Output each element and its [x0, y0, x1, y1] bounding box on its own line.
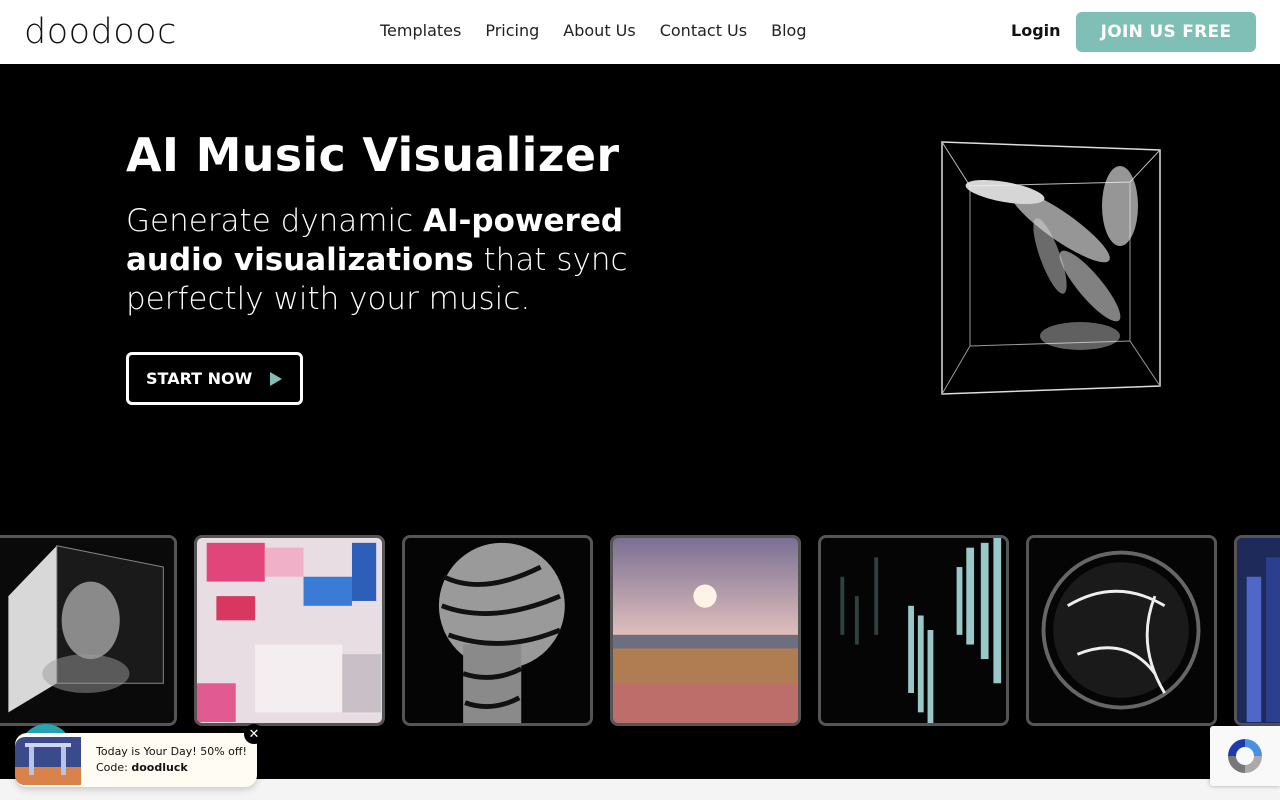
login-link[interactable]: Login: [1011, 20, 1061, 42]
carousel-item-energy-sphere[interactable]: [1026, 535, 1217, 726]
hero-subtitle-part1: Generate dynamic: [126, 203, 424, 239]
play-icon: [270, 371, 283, 386]
hero-section: AI Music Visualizer Generate dynamic AI-…: [0, 64, 1280, 779]
promo-image: [15, 737, 81, 785]
audio-bars-thumbnail: [821, 538, 1006, 723]
promo-toast: Today is Your Day! 50% off! Code: doodlu…: [15, 724, 264, 787]
promo-text: Today is Your Day! 50% off! Code: doodlu…: [96, 744, 247, 776]
site-header: doodooc Templates Pricing About Us Conta…: [0, 0, 1280, 64]
promo-code[interactable]: doodluck: [131, 761, 187, 774]
sunset-field-thumbnail: [613, 538, 798, 723]
recaptcha-badge[interactable]: [1210, 726, 1280, 786]
close-icon[interactable]: ✕: [244, 724, 264, 744]
energy-sphere-thumbnail: [1029, 538, 1214, 723]
nav-contact-us[interactable]: Contact Us: [660, 20, 747, 42]
start-now-button[interactable]: START NOW: [126, 352, 303, 405]
hero-title: AI Music Visualizer: [126, 128, 620, 182]
join-button[interactable]: JOIN US FREE: [1076, 12, 1256, 52]
pink-voxel-thumbnail: [197, 538, 382, 723]
blue-abstract-thumbnail: [1237, 538, 1280, 723]
carousel-item-audio-bars[interactable]: [818, 535, 1009, 726]
start-now-label: START NOW: [146, 369, 253, 388]
nav-about-us[interactable]: About Us: [563, 20, 635, 42]
promo-line1: Today is Your Day! 50% off!: [96, 745, 247, 758]
nav-blog[interactable]: Blog: [771, 20, 806, 42]
cube-face-thumbnail: [0, 538, 174, 723]
logo[interactable]: doodooc: [24, 12, 184, 52]
nav-pricing[interactable]: Pricing: [485, 20, 539, 42]
striped-head-thumbnail: [405, 538, 590, 723]
hero-subtitle: Generate dynamic AI-powered audio visual…: [126, 202, 686, 319]
carousel-item-pink-voxel[interactable]: [194, 535, 385, 726]
hero-cube-visual: [941, 141, 1161, 395]
promo-code-label: Code:: [96, 761, 132, 774]
page: doodooc Templates Pricing About Us Conta…: [0, 0, 1280, 800]
promo-line2: Code: doodluck: [96, 760, 247, 776]
carousel-item-cube-face[interactable]: [0, 535, 177, 726]
nav-templates[interactable]: Templates: [380, 20, 461, 42]
carousel-item-striped-head[interactable]: [402, 535, 593, 726]
template-carousel: [0, 535, 1280, 727]
recaptcha-icon: [1228, 739, 1262, 773]
carousel-item-sunset-field[interactable]: [610, 535, 801, 726]
main-nav: Templates Pricing About Us Contact Us Bl…: [380, 20, 806, 42]
carousel-item-blue-abstract[interactable]: [1234, 535, 1280, 726]
